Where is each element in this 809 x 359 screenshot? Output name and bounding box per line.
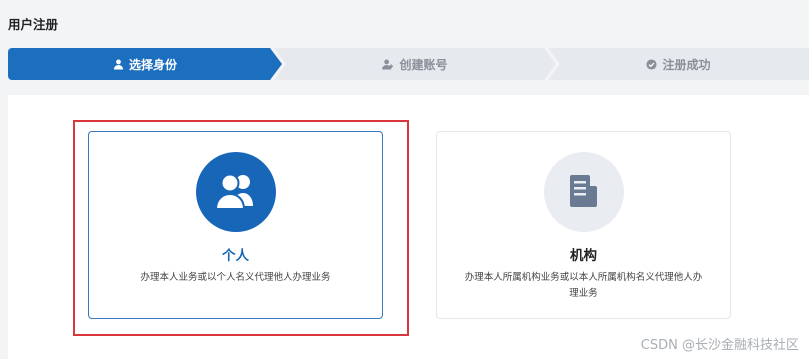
step-label: 注册成功 xyxy=(662,57,711,72)
organization-identity-card[interactable]: 机构 办理本人所属机构业务或以本人所属机构名义代理他人办理业务 xyxy=(436,131,731,319)
document-icon xyxy=(543,152,624,232)
user-add-icon xyxy=(382,59,394,70)
step-label: 选择身份 xyxy=(128,57,177,72)
page-title: 用户注册 xyxy=(8,17,59,32)
card-title: 机构 xyxy=(570,248,597,264)
watermark: CSDN @长沙金融科技社区 xyxy=(640,338,799,353)
registration-page: 用户注册 选择身份 创建账号 注册成功 个人 办理本人业务或以个人名义代理他人办… xyxy=(0,0,809,359)
user-icon xyxy=(113,59,124,70)
step-registration-success[interactable]: 注册成功 xyxy=(548,48,809,80)
check-circle-icon xyxy=(646,58,658,70)
step-label: 创建账号 xyxy=(399,57,448,72)
step-create-account[interactable]: 创建账号 xyxy=(274,48,556,80)
card-description: 办理本人所属机构业务或以本人所属机构名义代理他人办理业务 xyxy=(464,272,703,299)
registration-stepper: 选择身份 创建账号 注册成功 xyxy=(8,48,809,80)
step-select-identity[interactable]: 选择身份 xyxy=(8,48,282,80)
selection-highlight-box xyxy=(73,120,409,336)
